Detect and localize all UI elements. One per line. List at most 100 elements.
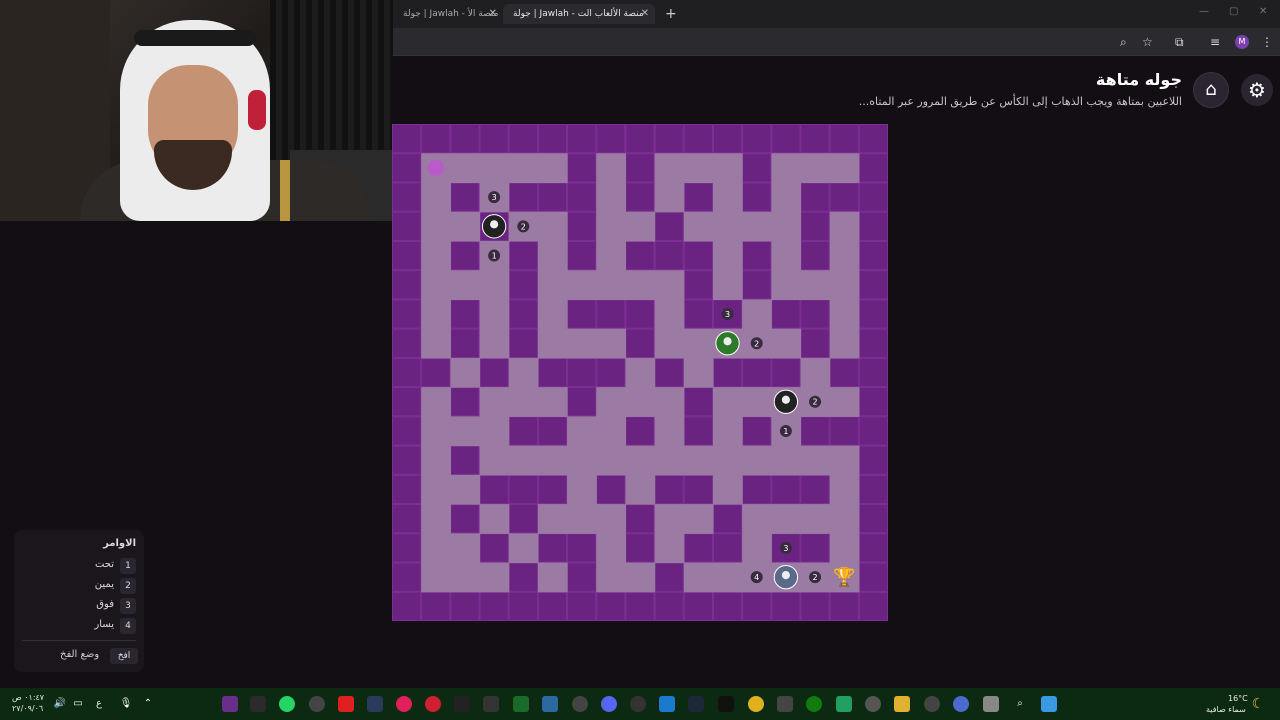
app-icon-6[interactable] xyxy=(367,696,383,712)
maze-wall-cell xyxy=(683,182,713,212)
maze-wall-cell xyxy=(742,591,772,621)
menu-icon[interactable]: ⋮ xyxy=(1261,35,1273,49)
app-icon-7[interactable] xyxy=(396,696,412,712)
maze-path-cell xyxy=(742,504,772,534)
settings-button[interactable]: ⚙ xyxy=(1241,74,1273,106)
new-tab-icon[interactable]: + xyxy=(665,4,677,24)
maze-wall-cell xyxy=(450,328,480,358)
maze-wall-cell xyxy=(508,299,538,329)
calculator-icon[interactable] xyxy=(777,696,793,712)
maze-wall-cell xyxy=(858,562,888,592)
maze-wall-cell xyxy=(742,182,772,212)
svg-text:1: 1 xyxy=(492,252,497,261)
maze-path-cell xyxy=(421,474,451,505)
bookmark-star-icon[interactable]: ☆ xyxy=(1142,35,1153,49)
language-indicator[interactable]: ع xyxy=(96,698,102,709)
app-icon-15[interactable] xyxy=(630,696,646,712)
speaker-icon[interactable]: 🔊 xyxy=(52,696,68,712)
move-option-up[interactable]: 3 xyxy=(721,308,734,321)
player-3-token[interactable] xyxy=(773,389,799,414)
app-icon-2[interactable] xyxy=(250,696,266,712)
maze-path-cell xyxy=(771,445,802,476)
move-option-right[interactable]: 2 xyxy=(517,220,530,233)
youtube-icon[interactable] xyxy=(338,696,354,712)
move-option-down[interactable]: 1 xyxy=(779,424,792,437)
app-icon-22[interactable] xyxy=(836,696,852,712)
app-icon-8[interactable] xyxy=(425,696,441,712)
settings-app-icon[interactable] xyxy=(865,696,881,712)
moon-icon[interactable]: ☾ xyxy=(1250,696,1266,712)
extensions-icon[interactable]: ⧉ xyxy=(1175,35,1184,49)
move-option-up[interactable]: 3 xyxy=(488,191,501,204)
move-option-up[interactable]: 3 xyxy=(779,541,792,554)
maze-path-cell xyxy=(742,445,772,476)
maze-path-cell xyxy=(829,504,860,534)
browser-tab-active[interactable]: جولة | Jawlah - منصة الألعاب الت ✕ xyxy=(503,4,655,24)
maze-path-cell xyxy=(829,153,860,184)
maze-wall-cell xyxy=(625,240,655,271)
app-icon-11[interactable] xyxy=(513,696,529,712)
maze-path-cell xyxy=(479,387,510,417)
task-view-icon[interactable] xyxy=(983,696,999,712)
close-window-icon[interactable]: ✕ xyxy=(1259,6,1267,17)
app-icon-10[interactable] xyxy=(483,696,499,712)
svg-text:2: 2 xyxy=(813,398,818,407)
player-4-token[interactable] xyxy=(773,564,799,590)
steam-icon[interactable] xyxy=(688,696,704,712)
taskbar-time[interactable]: ٠١:٤٧ ص xyxy=(12,693,44,702)
maze-path-cell xyxy=(508,387,539,417)
move-option-right[interactable]: 2 xyxy=(809,395,822,408)
maze-path-cell xyxy=(479,153,510,184)
app-icon-4[interactable] xyxy=(309,696,325,712)
microphone-icon[interactable]: 🎙 xyxy=(118,696,134,712)
taskbar-date[interactable]: ٢٧/٠٩/٠٦ xyxy=(12,704,43,713)
move-option-left[interactable]: 4 xyxy=(750,571,763,584)
home-button[interactable]: ⌂ xyxy=(1193,72,1229,108)
maze-path-cell xyxy=(479,445,510,476)
network-icon[interactable]: ▭ xyxy=(70,696,86,712)
command-row-down: 1 تحت xyxy=(56,558,136,574)
maze-wall-cell xyxy=(508,240,538,271)
minimize-icon[interactable]: — xyxy=(1199,6,1209,17)
whatsapp-icon[interactable] xyxy=(279,696,295,712)
maze-path-cell xyxy=(596,211,627,242)
profile-avatar[interactable]: M xyxy=(1235,35,1249,49)
search-icon[interactable]: ⌕ xyxy=(1012,696,1028,712)
maze-path-cell xyxy=(421,328,451,359)
app-icon-13[interactable] xyxy=(572,696,588,712)
move-option-down[interactable]: 1 xyxy=(488,249,501,262)
maze-path-cell xyxy=(829,445,860,476)
move-option-right[interactable]: 2 xyxy=(750,337,763,350)
app-icon-25[interactable] xyxy=(924,696,940,712)
tray-chevron-icon[interactable]: ⌃ xyxy=(140,696,156,712)
maze-wall-cell xyxy=(625,504,655,534)
media-icon[interactable]: ≡ xyxy=(1210,35,1220,49)
maze-board: 🏆 3 2 1 3 2 2 1 3 2 4 xyxy=(392,124,888,621)
player-2-token[interactable] xyxy=(715,331,740,356)
maze-wall-cell xyxy=(858,299,888,329)
file-explorer-icon[interactable] xyxy=(894,696,910,712)
xbox-icon[interactable] xyxy=(806,696,822,712)
discord-icon[interactable] xyxy=(601,696,617,712)
move-option-right[interactable]: 2 xyxy=(809,571,822,584)
maze-path-cell xyxy=(771,182,802,213)
weather-desc[interactable]: سماء صافية xyxy=(1206,705,1246,714)
app-icon-12[interactable] xyxy=(542,696,558,712)
app-icon-16[interactable] xyxy=(659,696,675,712)
browser-tab-1[interactable]: جولة | Jawlah - منصة الأ ✕ xyxy=(393,4,503,24)
weather-temp[interactable]: 16°C xyxy=(1228,694,1248,703)
chrome-icon[interactable] xyxy=(748,696,764,712)
maze-wall-cell xyxy=(479,591,509,621)
close-icon[interactable]: ✕ xyxy=(641,4,649,24)
maximize-icon[interactable]: ▢ xyxy=(1229,6,1238,17)
maze-path-cell xyxy=(421,562,451,593)
close-icon[interactable]: ✕ xyxy=(489,4,497,24)
app-icon-9[interactable] xyxy=(454,696,470,712)
zoom-icon[interactable]: ⌕ xyxy=(1120,35,1127,49)
maze-wall-cell xyxy=(654,240,684,271)
windows-start-icon[interactable] xyxy=(1041,696,1057,712)
app-icon-1[interactable] xyxy=(222,696,238,712)
player-1-token[interactable] xyxy=(481,214,507,239)
tiktok-icon[interactable] xyxy=(718,696,734,712)
app-icon-26[interactable] xyxy=(953,696,969,712)
